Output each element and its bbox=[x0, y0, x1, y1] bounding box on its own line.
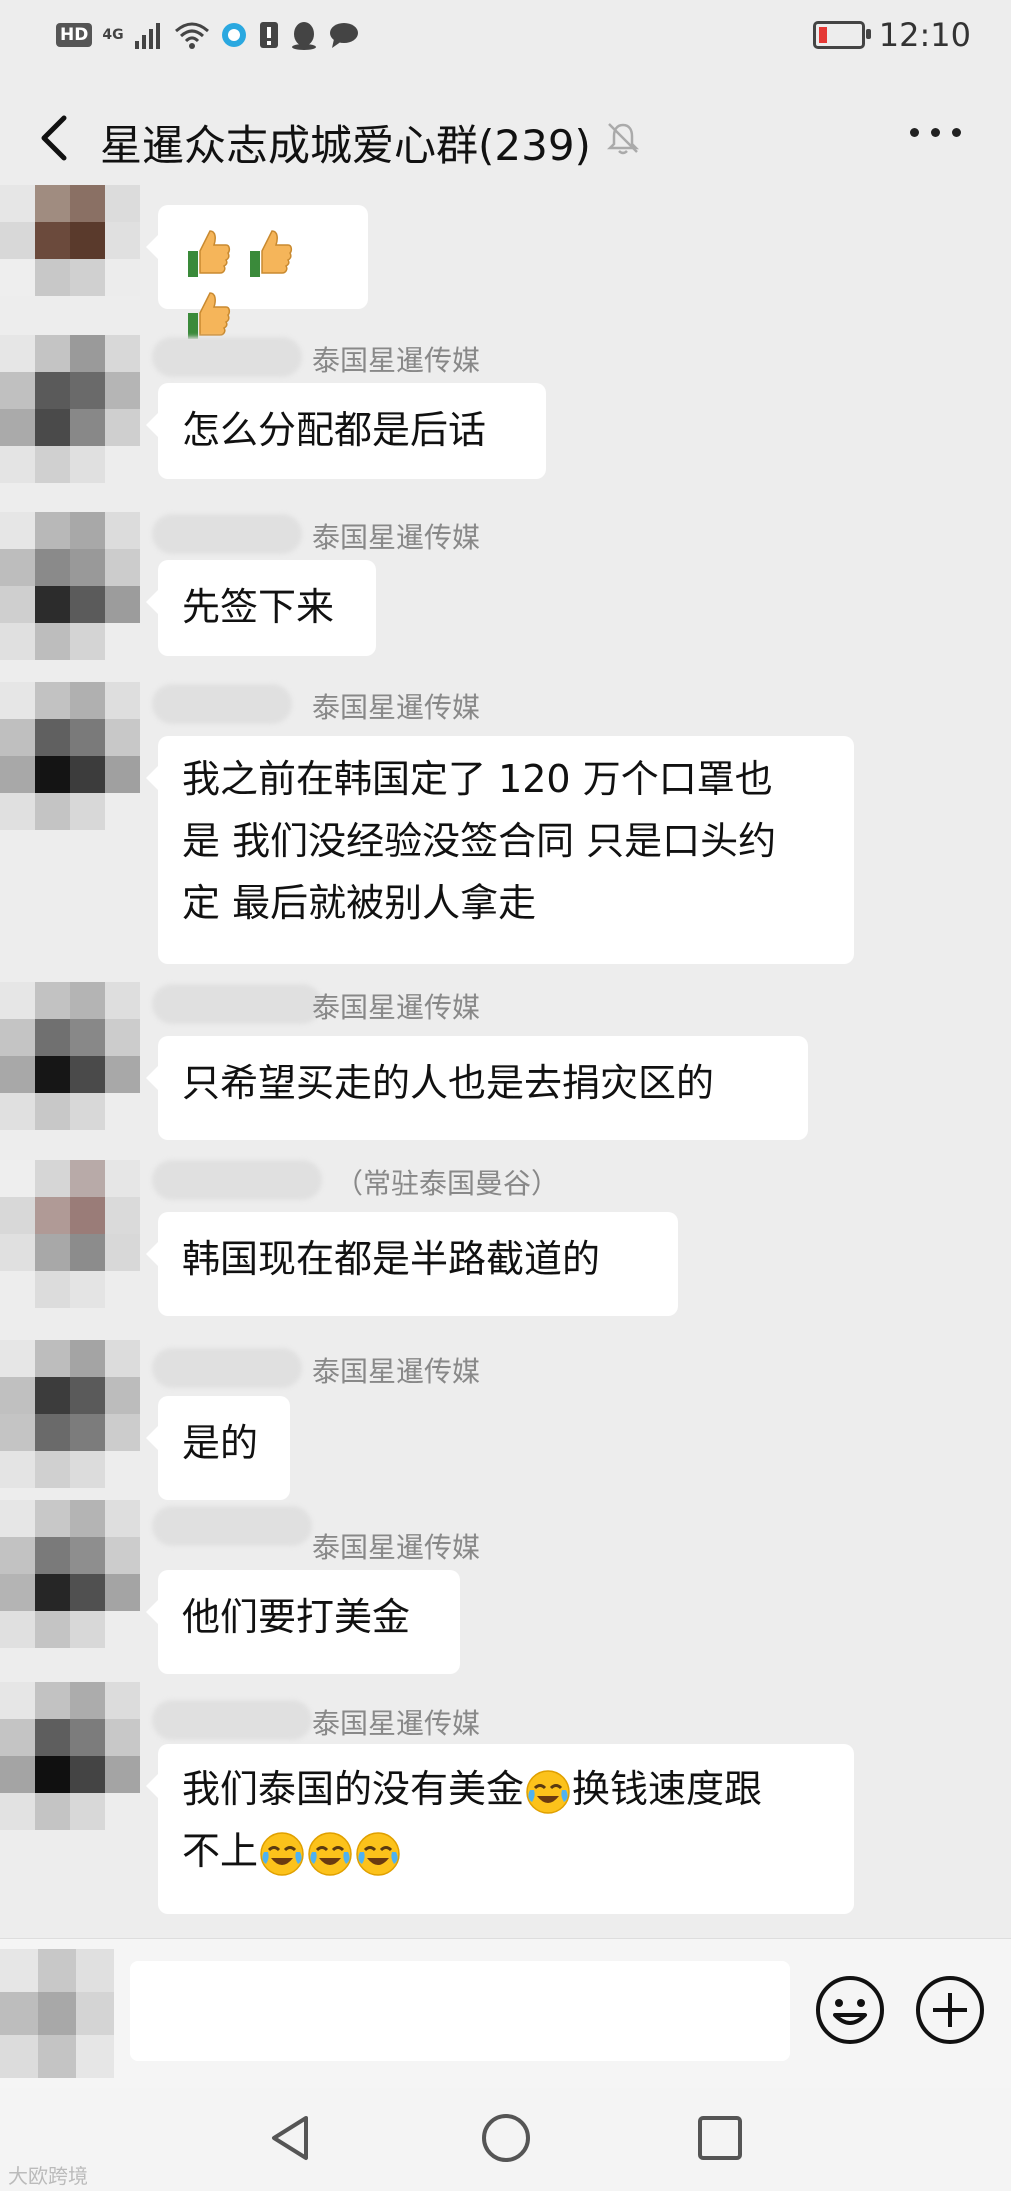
square-recents-icon[interactable] bbox=[696, 2112, 744, 2164]
thumbs-up-icon bbox=[250, 229, 293, 277]
sender-name: 泰国星暹传媒 bbox=[312, 344, 481, 377]
message-text: 我们泰国的没有美金 bbox=[182, 1767, 525, 1811]
message-line: 我之前在韩国定了 120 万个口罩也 bbox=[182, 757, 773, 801]
message-input[interactable] bbox=[130, 1961, 790, 2061]
avatar[interactable] bbox=[0, 335, 140, 483]
sender-name-blur bbox=[152, 1348, 302, 1388]
watermark: 大欧跨境 bbox=[8, 2164, 88, 2188]
message-bubble[interactable]: 我之前在韩国定了 120 万个口罩也 是 我们没经验没签合同 只是口头约 定 最… bbox=[146, 736, 854, 964]
sender-name: 泰国星暹传媒 bbox=[312, 691, 481, 724]
message-line: 我们泰国的没有美金 换钱速度跟 bbox=[182, 1758, 830, 1820]
system-nav-bar bbox=[0, 2088, 1011, 2191]
sender-name: 泰国星暹传媒 bbox=[312, 521, 481, 554]
bell-off-icon bbox=[606, 123, 640, 155]
message-bubble[interactable] bbox=[146, 205, 368, 339]
back-chevron-icon[interactable] bbox=[32, 112, 80, 164]
sender-name-blur bbox=[152, 1506, 312, 1546]
thumbs-up-icon bbox=[188, 291, 231, 339]
wifi-icon bbox=[174, 22, 209, 49]
chat-header: 星暹众志成城爱心群(239) bbox=[0, 82, 1011, 192]
thumbs-up-icon bbox=[188, 229, 231, 277]
battery-icon bbox=[812, 21, 871, 49]
sender-name-blur bbox=[152, 1700, 312, 1740]
signal-icon bbox=[134, 23, 160, 49]
status-left: HD 4G bbox=[56, 20, 360, 50]
sender-name: 泰国星暹传媒 bbox=[312, 1707, 481, 1740]
dot bbox=[931, 128, 940, 137]
status-right: 12:10 bbox=[812, 16, 971, 54]
message-bubble[interactable]: 只希望买走的人也是去捐灾区的 bbox=[146, 1036, 808, 1140]
circle-home-icon[interactable] bbox=[480, 2112, 532, 2164]
message-bubble[interactable]: 先签下来 bbox=[146, 560, 376, 656]
smiley-icon[interactable] bbox=[815, 1975, 885, 2045]
avatar bbox=[0, 1949, 115, 2079]
alert-icon bbox=[259, 22, 278, 48]
app-notification-icon bbox=[221, 23, 246, 47]
sender-name: 泰国星暹传媒 bbox=[312, 1531, 481, 1564]
message-line: 不上 bbox=[182, 1820, 830, 1882]
avatar[interactable] bbox=[0, 682, 140, 830]
avatar[interactable] bbox=[0, 185, 140, 333]
message-bubble[interactable]: 他们要打美金 bbox=[146, 1570, 460, 1674]
dot bbox=[952, 128, 961, 137]
message-icon bbox=[329, 23, 358, 48]
more-options-button[interactable] bbox=[910, 128, 961, 137]
group-title: 星暹众志成城爱心群(239) bbox=[100, 121, 591, 170]
status-bar: HD 4G 12:10 bbox=[0, 0, 1011, 80]
triangle-back-icon[interactable] bbox=[266, 2112, 314, 2164]
message-bubble[interactable]: 是的 bbox=[146, 1396, 290, 1500]
sender-name-blur bbox=[152, 514, 302, 554]
avatar[interactable] bbox=[0, 1160, 140, 1308]
qq-icon bbox=[291, 22, 316, 50]
sender-name-blur bbox=[152, 337, 302, 377]
crying-laughing-emoji-icon bbox=[356, 1831, 400, 1876]
hd-badge: HD bbox=[56, 23, 93, 47]
avatar[interactable] bbox=[0, 1340, 140, 1488]
dot bbox=[910, 128, 919, 137]
avatar[interactable] bbox=[0, 1500, 140, 1648]
network-type: 4G bbox=[102, 27, 124, 43]
sender-name: （常驻泰国曼谷） bbox=[335, 1167, 560, 1200]
sender-name-blur bbox=[152, 684, 292, 724]
message-bubble[interactable]: 韩国现在都是半路截道的 bbox=[146, 1212, 678, 1316]
message-line: 定 最后就被别人拿走 bbox=[182, 881, 537, 925]
crying-laughing-emoji-icon bbox=[526, 1769, 570, 1814]
message-bubble[interactable]: 怎么分配都是后话 bbox=[146, 383, 546, 479]
input-bar bbox=[0, 1938, 1011, 2089]
avatar[interactable] bbox=[0, 1682, 140, 1830]
avatar[interactable] bbox=[0, 982, 140, 1130]
crying-laughing-emoji-icon bbox=[308, 1831, 352, 1876]
message-bubble[interactable]: 我们泰国的没有美金 换钱速度跟 不上 bbox=[146, 1744, 854, 1914]
sender-name: 泰国星暹传媒 bbox=[312, 991, 481, 1024]
crying-laughing-emoji-icon bbox=[260, 1831, 304, 1876]
message-text: 不上 bbox=[182, 1829, 259, 1873]
sender-name-blur bbox=[152, 984, 322, 1024]
clock: 12:10 bbox=[878, 16, 971, 54]
avatar[interactable] bbox=[0, 512, 140, 660]
message-line: 是 我们没经验没签合同 只是口头约 bbox=[182, 819, 777, 863]
plus-icon[interactable] bbox=[915, 1975, 985, 2045]
sender-name-blur bbox=[152, 1160, 322, 1200]
message-text: 换钱速度跟 bbox=[572, 1767, 763, 1811]
sender-name: 泰国星暹传媒 bbox=[312, 1355, 481, 1388]
